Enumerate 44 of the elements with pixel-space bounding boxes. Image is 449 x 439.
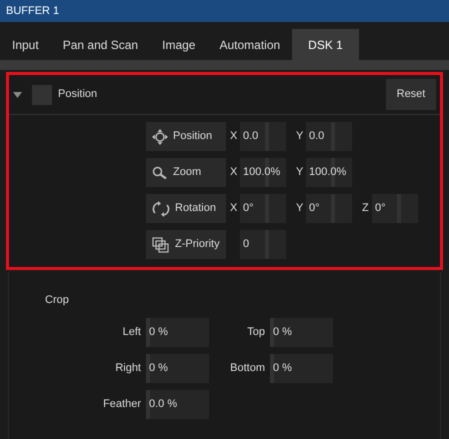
rotate-arrows-icon — [152, 200, 170, 216]
value-field[interactable]: 0 % — [270, 318, 333, 346]
value-field[interactable]: 100.0% — [240, 158, 286, 187]
axis-label: Z — [362, 201, 370, 216]
tab[interactable]: Automation — [207, 29, 292, 60]
property-button[interactable]: Position — [146, 122, 226, 151]
tab[interactable]: Image — [150, 29, 208, 60]
field-label: Feather — [102, 396, 142, 412]
value-field[interactable]: 0° — [372, 194, 418, 223]
property-button[interactable]: Z-Priority — [146, 230, 226, 259]
expand-caret-icon[interactable] — [13, 92, 22, 98]
field-label: Left — [122, 324, 142, 340]
axis-label: Y — [296, 165, 304, 180]
magnifier-icon — [152, 166, 168, 180]
value-field[interactable]: 0 % — [146, 318, 209, 346]
tab[interactable]: DSK 1 — [292, 29, 359, 60]
field-label: Top — [246, 324, 266, 340]
value-field[interactable]: 0° — [306, 194, 352, 223]
checkbox[interactable] — [32, 84, 52, 104]
section-title: Position — [58, 87, 98, 102]
value-field[interactable]: 0° — [240, 194, 286, 223]
tab[interactable]: Pan and Scan — [50, 29, 150, 60]
axis-label: X — [230, 129, 238, 144]
reset-button[interactable]: Reset — [386, 79, 436, 110]
stacked-squares-icon — [152, 236, 170, 252]
value-field[interactable]: 0.0 — [240, 122, 286, 151]
axis-label: Y — [296, 129, 304, 144]
axis-label: Y — [296, 201, 304, 216]
axis-label: X — [230, 201, 238, 216]
field-label: Right — [114, 360, 142, 376]
window-title: BUFFER 1 — [6, 4, 60, 19]
value-field[interactable]: 0 % — [270, 354, 333, 382]
property-button[interactable]: Rotation — [146, 194, 226, 223]
value-field[interactable]: 100.0% — [306, 158, 352, 187]
value-field[interactable]: 0.0 % — [146, 390, 209, 418]
axis-label: X — [230, 165, 238, 180]
section-title: Crop — [45, 293, 70, 308]
property-button[interactable]: Zoom — [146, 158, 226, 187]
move-arrows-icon — [152, 128, 168, 144]
value-field[interactable]: 0 — [240, 230, 286, 259]
value-field[interactable]: 0.0 — [306, 122, 352, 151]
tab[interactable]: Input — [0, 29, 51, 60]
field-label: Bottom — [229, 360, 266, 376]
value-field[interactable]: 0 % — [146, 354, 209, 382]
